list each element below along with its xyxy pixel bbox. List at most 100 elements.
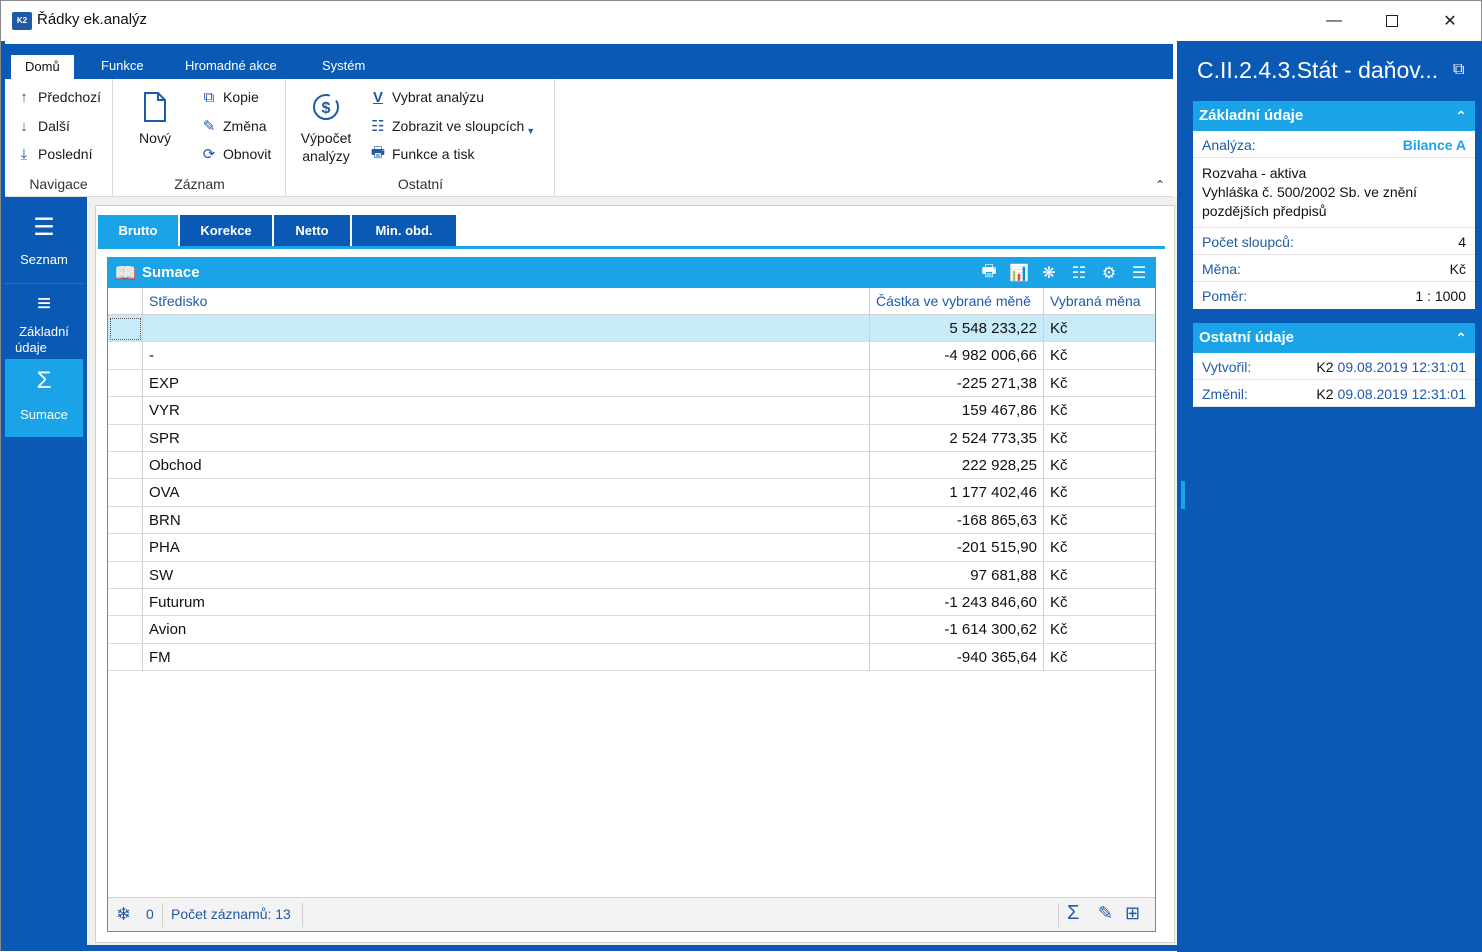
table-row[interactable]: FM -940 365,64 Kč (108, 643, 1155, 672)
print-icon[interactable]: 🖶 (977, 262, 1001, 284)
subtab-korekce[interactable]: Korekce (180, 215, 272, 247)
row-selector[interactable] (108, 342, 143, 370)
row-selector[interactable] (108, 452, 143, 479)
cell-mena[interactable]: Kč (1044, 644, 1152, 671)
table-row[interactable]: SPR 2 524 773,35 Kč (108, 424, 1155, 452)
sigma-icon[interactable]: Σ (1067, 902, 1079, 925)
cell-stredisko[interactable]: PHA (143, 534, 870, 562)
predchozi-button[interactable]: ↑ Předchozí (15, 84, 101, 110)
nav-item-seznam[interactable]: ☰ Seznam (5, 207, 83, 281)
columns-icon[interactable]: ☷ (1067, 262, 1091, 284)
column-header-mena[interactable]: Vybraná měna (1044, 288, 1152, 315)
subtab-netto[interactable]: Netto (274, 215, 350, 247)
table-row[interactable]: SW 97 681,88 Kč (108, 561, 1155, 589)
subtab-min-obd[interactable]: Min. obd. (352, 215, 456, 247)
table-row[interactable]: OVA 1 177 402,46 Kč (108, 479, 1155, 507)
tab-domu[interactable]: Domů (11, 52, 74, 79)
cell-castka[interactable]: 97 681,88 (870, 561, 1044, 589)
dalsi-button[interactable]: ↓ Další (15, 113, 70, 139)
cell-castka[interactable]: 5 548 233,22 (870, 315, 1044, 342)
menu-icon[interactable]: ☰ (1127, 262, 1151, 284)
posledni-button[interactable]: ⤓ Poslední (15, 141, 93, 167)
vypocet-analyzy-button[interactable]: $ Výpočet analýzy (295, 91, 357, 165)
cell-castka[interactable]: 159 467,86 (870, 397, 1044, 425)
snowflake-icon[interactable]: ❄ (116, 904, 131, 925)
gear-icon[interactable]: ⚙ (1097, 262, 1121, 284)
row-selector[interactable] (108, 479, 143, 507)
cell-castka[interactable]: -201 515,90 (870, 534, 1044, 562)
cell-stredisko[interactable]: SPR (143, 424, 870, 452)
row-selector[interactable] (108, 616, 143, 644)
cell-mena[interactable]: Kč (1044, 342, 1152, 369)
cell-mena[interactable]: Kč (1044, 534, 1152, 561)
table-row[interactable]: VYR 159 467,86 Kč (108, 397, 1155, 425)
kopie-button[interactable]: ⧉ Kopie (200, 84, 259, 110)
cell-castka[interactable]: -168 865,63 (870, 506, 1044, 534)
row-selector[interactable] (108, 589, 143, 616)
cell-mena[interactable]: Kč (1044, 616, 1152, 643)
row-selector[interactable] (108, 369, 143, 397)
table-row[interactable]: - -4 982 006,66 Kč (108, 342, 1155, 370)
cell-stredisko[interactable]: VYR (143, 397, 870, 425)
cell-mena[interactable]: Kč (1044, 562, 1152, 589)
row-selector[interactable] (108, 506, 143, 534)
row-selector[interactable] (108, 397, 143, 425)
table-row[interactable]: Avion -1 614 300,62 Kč (108, 616, 1155, 644)
table-row[interactable]: Obchod 222 928,25 Kč (108, 452, 1155, 480)
tab-hromadne-akce[interactable]: Hromadné akce (171, 52, 291, 79)
new-record-icon[interactable]: ⊞ (1125, 903, 1140, 924)
close-button[interactable]: ✕ (1421, 1, 1479, 41)
subtab-brutto[interactable]: Brutto (98, 215, 178, 247)
filter-group-icon[interactable]: ❋ (1037, 262, 1061, 284)
table-row[interactable]: 5 548 233,22 Kč (108, 315, 1155, 343)
cell-stredisko[interactable]: BRN (143, 506, 870, 534)
cell-castka[interactable]: 222 928,25 (870, 452, 1044, 479)
cell-stredisko[interactable]: FM (143, 643, 870, 671)
zobrazit-ve-sloupcich-button[interactable]: ☷ Zobrazit ve sloupcích ▼ (369, 113, 535, 139)
cell-mena[interactable]: Kč (1044, 507, 1152, 534)
row-selector[interactable] (108, 561, 143, 589)
cell-castka[interactable]: 2 524 773,35 (870, 424, 1044, 452)
nav-item-sumace[interactable]: Σ Sumace (5, 359, 83, 437)
collapse-ribbon-button[interactable]: ⌃ (1155, 178, 1165, 192)
table-row[interactable]: EXP -225 271,38 Kč (108, 369, 1155, 398)
table-row[interactable]: Futurum -1 243 846,60 Kč (108, 589, 1155, 617)
novy-button[interactable]: Nový (130, 91, 180, 147)
funkce-a-tisk-button[interactable]: 🖶 Funkce a tisk (369, 141, 475, 167)
card-header[interactable]: Základní údaje ⌃ (1193, 101, 1475, 131)
row-selector[interactable] (108, 534, 143, 562)
external-open-icon[interactable]: ⧉ (1453, 61, 1464, 79)
cell-stredisko[interactable] (143, 315, 870, 342)
row-selector[interactable] (108, 424, 143, 452)
obnovit-button[interactable]: ⟳ Obnovit (200, 141, 272, 167)
cell-mena[interactable]: Kč (1044, 315, 1152, 342)
panel-splitter[interactable] (1177, 41, 1189, 952)
cell-stredisko[interactable]: Obchod (143, 452, 870, 479)
zmena-button[interactable]: ✎ Změna (200, 113, 267, 139)
minimize-button[interactable]: — (1305, 1, 1363, 41)
analyza-link[interactable]: Bilance A (1403, 137, 1466, 153)
cell-stredisko[interactable]: Avion (143, 616, 870, 644)
row-selector[interactable] (108, 643, 143, 671)
table-row[interactable]: BRN -168 865,63 Kč (108, 506, 1155, 535)
cell-castka[interactable]: 1 177 402,46 (870, 479, 1044, 507)
cell-stredisko[interactable]: SW (143, 561, 870, 589)
cell-mena[interactable]: Kč (1044, 370, 1152, 397)
cell-stredisko[interactable]: - (143, 342, 870, 370)
cell-castka[interactable]: -225 271,38 (870, 369, 1044, 397)
column-header-stredisko[interactable]: Středisko (143, 288, 870, 315)
card-header[interactable]: Ostatní údaje ⌃ (1193, 323, 1475, 353)
tab-funkce[interactable]: Funkce (87, 52, 158, 79)
cell-stredisko[interactable]: Futurum (143, 589, 870, 616)
cell-castka[interactable]: -1 614 300,62 (870, 616, 1044, 644)
cell-mena[interactable]: Kč (1044, 425, 1152, 452)
cell-stredisko[interactable]: OVA (143, 479, 870, 507)
row-selector[interactable] (108, 315, 143, 342)
cell-mena[interactable]: Kč (1044, 589, 1152, 616)
maximize-button[interactable] (1363, 1, 1421, 41)
cell-mena[interactable]: Kč (1044, 397, 1152, 424)
vybrat-analyzu-button[interactable]: V Vybrat analýzu (369, 84, 484, 110)
cell-castka[interactable]: -940 365,64 (870, 643, 1044, 671)
table-row[interactable]: PHA -201 515,90 Kč (108, 534, 1155, 562)
chart-icon[interactable]: 📊 (1007, 262, 1031, 284)
